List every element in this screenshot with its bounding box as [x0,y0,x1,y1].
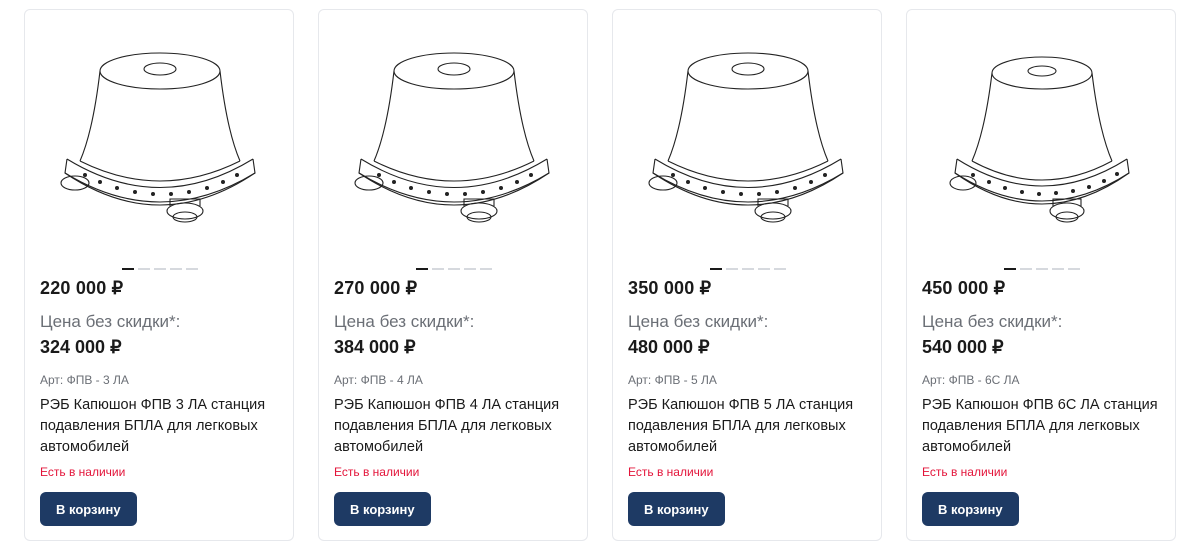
sku: Арт: ФПВ - 4 ЛА [334,373,423,387]
product-image[interactable] [919,18,1165,264]
add-to-cart-button[interactable]: В корзину [628,492,725,526]
sku: Арт: ФПВ - 5 ЛА [628,373,717,387]
stock-status: Есть в наличии [922,465,1008,479]
gallery-dot[interactable] [710,268,722,270]
product-title[interactable]: РЭБ Капюшон ФПВ 3 ЛА станция подавления … [40,395,285,458]
gallery-dot[interactable] [448,268,460,270]
stock-status: Есть в наличии [628,465,714,479]
product-image[interactable] [625,18,871,264]
gallery-dot[interactable] [138,268,150,270]
old-price-label: Цена без скидки*: [922,312,1063,331]
stock-status: Есть в наличии [40,465,126,479]
sku: Арт: ФПВ - 6С ЛА [922,373,1020,387]
gallery-dot[interactable] [416,268,428,270]
old-price: 480 000 ₽ [628,337,710,357]
gallery-dots[interactable] [122,268,198,270]
gallery-dot[interactable] [122,268,134,270]
old-price-label: Цена без скидки*: [334,312,475,331]
gallery-dot[interactable] [464,268,476,270]
gallery-dot[interactable] [480,268,492,270]
gallery-dots[interactable] [710,268,786,270]
product-image[interactable] [37,18,283,264]
product-grid: 220 000 ₽ Цена без скидки*: 324 000 ₽ Ар… [24,9,1186,541]
old-price-label: Цена без скидки*: [40,312,181,331]
gallery-dot[interactable] [774,268,786,270]
gallery-dot[interactable] [186,268,198,270]
price: 220 000 ₽ [40,278,124,298]
old-price: 324 000 ₽ [40,337,122,357]
gallery-dot[interactable] [758,268,770,270]
product-card[interactable]: 270 000 ₽ Цена без скидки*: 384 000 ₽ Ар… [318,9,588,541]
dome-device-drawing-icon [60,52,256,223]
dome-device-drawing-icon [648,52,844,223]
dome-device-drawing-icon [949,56,1130,223]
add-to-cart-button[interactable]: В корзину [40,492,137,526]
dome-device-drawing-icon [354,52,550,223]
old-price: 384 000 ₽ [334,337,416,357]
gallery-dot[interactable] [1068,268,1080,270]
product-card[interactable]: 450 000 ₽ Цена без скидки*: 540 000 ₽ Ар… [906,9,1176,541]
gallery-dots[interactable] [1004,268,1080,270]
product-title[interactable]: РЭБ Капюшон ФПВ 5 ЛА станция подавления … [628,395,873,458]
gallery-dots[interactable] [416,268,492,270]
gallery-dot[interactable] [726,268,738,270]
gallery-dot[interactable] [742,268,754,270]
add-to-cart-button[interactable]: В корзину [334,492,431,526]
product-card[interactable]: 350 000 ₽ Цена без скидки*: 480 000 ₽ Ар… [612,9,882,541]
gallery-dot[interactable] [1052,268,1064,270]
gallery-dot[interactable] [170,268,182,270]
product-title[interactable]: РЭБ Капюшон ФПВ 4 ЛА станция подавления … [334,395,579,458]
add-to-cart-button[interactable]: В корзину [922,492,1019,526]
gallery-dot[interactable] [154,268,166,270]
old-price-label: Цена без скидки*: [628,312,769,331]
price: 270 000 ₽ [334,278,418,298]
product-title[interactable]: РЭБ Капюшон ФПВ 6С ЛА станция подавления… [922,395,1167,458]
stock-status: Есть в наличии [334,465,420,479]
gallery-dot[interactable] [1036,268,1048,270]
sku: Арт: ФПВ - 3 ЛА [40,373,129,387]
product-image[interactable] [331,18,577,264]
price: 450 000 ₽ [922,278,1006,298]
price: 350 000 ₽ [628,278,712,298]
product-card[interactable]: 220 000 ₽ Цена без скидки*: 324 000 ₽ Ар… [24,9,294,541]
gallery-dot[interactable] [1020,268,1032,270]
gallery-dot[interactable] [432,268,444,270]
gallery-dot[interactable] [1004,268,1016,270]
old-price: 540 000 ₽ [922,337,1004,357]
